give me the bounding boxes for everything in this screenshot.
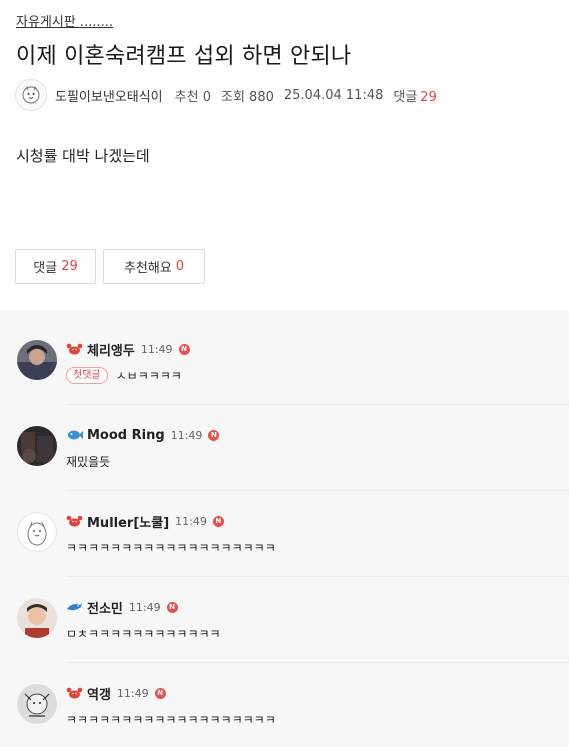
recommend-button[interactable]: 추천해요 0 — [103, 249, 205, 284]
comment-body: ㅋㅋㅋㅋㅋㅋㅋㅋㅋㅋㅋㅋㅋㅋㅋㅋㅋㅋㅋ — [66, 538, 276, 556]
comment-nickname[interactable]: Muller[노쿨] — [87, 512, 169, 531]
comments-button-count: 29 — [61, 259, 78, 274]
comment-nickname[interactable]: 체리앵두 — [87, 340, 135, 359]
first-comment-badge: 첫댓글 — [66, 366, 108, 384]
comment-body: 재밌을듯 — [66, 452, 110, 470]
comment-body: ㅋㅋㅋㅋㅋㅋㅋㅋㅋㅋㅋㅋㅋㅋㅋㅋㅋㅋㅋ — [66, 710, 276, 728]
comment-body: ㅁㅊㅋㅋㅋㅋㅋㅋㅋㅋㅋㅋㅋㅋ — [66, 624, 221, 642]
comments-stat-label: 댓글 — [393, 89, 418, 105]
comment-time: 11:49 — [170, 428, 203, 442]
user-avatar[interactable] — [17, 426, 57, 466]
user-avatar[interactable] — [17, 340, 57, 380]
fish-icon — [68, 430, 83, 440]
comment-nickname[interactable]: 역갱 — [87, 684, 111, 703]
post-meta: 도필이보낸오태식이 추천 0 조회 880 25.04.04 11:48 댓글 2… — [15, 79, 437, 111]
post-title: 이제 이혼숙려캠프 섭외 하면 안되나 — [16, 44, 352, 69]
comment-body: 첫댓글 ㅅㅂㅋㅋㅋㅋ — [66, 366, 182, 384]
avatar-photo-icon — [17, 340, 57, 380]
recommend-button-label: 추천해요 — [123, 261, 172, 276]
avatar-photo-icon — [17, 598, 57, 638]
avatar-photo-icon — [17, 426, 57, 466]
default-avatar-icon — [27, 521, 47, 546]
user-avatar[interactable] — [17, 684, 57, 724]
crab-icon — [66, 515, 83, 527]
views-stat: 조회 880 — [221, 86, 274, 105]
comment-text: ㅁㅊㅋㅋㅋㅋㅋㅋㅋㅋㅋㅋㅋㅋ — [66, 626, 221, 641]
author-name[interactable]: 도필이보낸오태식이 — [55, 86, 163, 105]
new-badge-icon: N — [208, 429, 220, 441]
comment-divider — [66, 490, 569, 491]
comment-time: 11:49 — [140, 342, 173, 356]
comment-header: 체리앵두 11:49 N — [66, 340, 190, 359]
comment-header: Mood Ring 11:49 N — [66, 426, 220, 444]
comment-divider — [66, 404, 569, 405]
recommend-button-count: 0 — [175, 259, 185, 274]
user-avatar[interactable] — [17, 598, 57, 638]
new-badge-icon: N — [166, 601, 178, 613]
views-stat-label: 조회 — [220, 89, 245, 105]
comment-header: 역갱 11:49 N — [66, 684, 166, 703]
comment-divider — [66, 662, 569, 663]
recommend-stat: 추천 0 — [175, 86, 211, 105]
comment-time: 11:49 — [175, 514, 207, 528]
comment-text: ㅋㅋㅋㅋㅋㅋㅋㅋㅋㅋㅋㅋㅋㅋㅋㅋㅋㅋㅋ — [66, 712, 276, 727]
comment-header: 전소민 11:49 N — [66, 598, 178, 617]
comments-stat-count: 29 — [420, 89, 437, 105]
recommend-stat-count: 0 — [202, 89, 211, 105]
crab-icon — [66, 687, 83, 699]
comment-list: 체리앵두 11:49 N 첫댓글 ㅅㅂㅋㅋㅋㅋ Mood Ring 11:49 … — [0, 310, 569, 747]
recommend-stat-label: 추천 — [174, 89, 199, 105]
post-section: 자유게시판 ........ 이제 이혼숙려캠프 섭외 하면 안되나 도필이보낸… — [0, 0, 569, 310]
author-avatar-icon — [22, 85, 40, 104]
comment-divider — [66, 576, 569, 577]
comment-time: 11:49 — [128, 600, 161, 614]
crab-icon — [66, 343, 83, 355]
dolphin-icon — [67, 603, 82, 611]
comment-header: Muller[노쿨] 11:49 N — [66, 512, 224, 531]
views-stat-count: 880 — [249, 89, 274, 105]
comments-button[interactable]: 댓글 29 — [15, 249, 96, 284]
avatar-photo-icon — [17, 684, 57, 724]
post-datetime: 25.04.04 11:48 — [283, 87, 384, 103]
comment-time: 11:49 — [116, 686, 149, 700]
post-content: 시청률 대박 나겠는데 — [16, 147, 150, 165]
new-badge-icon: N — [154, 687, 166, 699]
comments-stat: 댓글 29 — [393, 86, 436, 105]
new-badge-icon: N — [178, 343, 190, 355]
board-link[interactable]: 자유게시판 ........ — [16, 11, 113, 30]
comment-text: ㅅㅂㅋㅋㅋㅋ — [115, 368, 182, 383]
user-avatar[interactable] — [17, 512, 57, 552]
author-avatar[interactable] — [15, 79, 47, 111]
comment-text: ㅋㅋㅋㅋㅋㅋㅋㅋㅋㅋㅋㅋㅋㅋㅋㅋㅋㅋㅋ — [66, 540, 276, 555]
comment-text: 재밌을듯 — [66, 454, 111, 469]
comment-nickname[interactable]: Mood Ring — [87, 428, 165, 443]
comments-button-label: 댓글 — [33, 261, 58, 276]
comment-nickname[interactable]: 전소민 — [87, 598, 123, 617]
new-badge-icon: N — [212, 515, 224, 527]
